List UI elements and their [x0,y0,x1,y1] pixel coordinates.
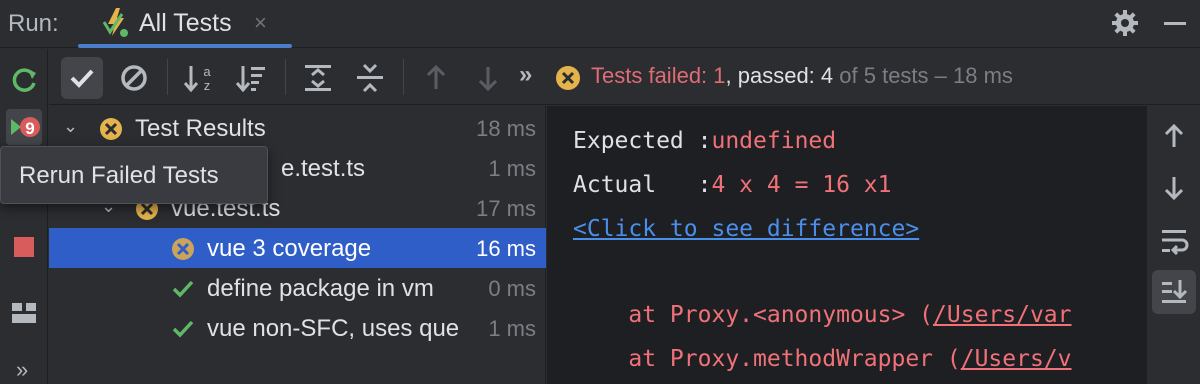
tooltip-text: Rerun Failed Tests [19,162,219,189]
tree-row-duration: 18 ms [476,116,536,141]
tree-row-duration: 0 ms [488,276,536,301]
svg-text:z: z [204,78,211,93]
arrow-up-icon[interactable] [1152,114,1196,158]
more-actions-icon[interactable]: » [16,357,28,383]
layout-icon[interactable] [6,295,42,331]
left-toolbar: 9 » [0,49,48,384]
minimize-icon[interactable] [1164,22,1186,25]
toolbar-separator [167,59,168,95]
tab-selected-indicator [78,44,292,48]
expand-chevron-icon[interactable]: ⌄ [63,116,78,137]
stack-frame-text: at Proxy.methodWrapper ( [573,346,961,372]
tree-row-duration: 1 ms [488,316,536,341]
test-failed-icon [172,238,194,260]
stack-frame-link[interactable]: /Users/var [933,302,1071,328]
expand-all-icon[interactable] [297,57,339,99]
svg-text:a: a [203,64,211,79]
stack-frame-text: at Proxy.<anonymous> ( [573,302,934,328]
test-status-summary: Tests failed: 1, passed: 4 of 5 tests – … [591,63,1013,89]
stack-frame-link[interactable]: /Users/v [961,346,1072,372]
svg-text:9: 9 [25,119,34,138]
rerun-icon[interactable] [6,61,42,97]
test-failed-icon [100,118,122,140]
test-toolbar: a z » Tests failed: 1, passed: 4 of 5 te… [49,49,1200,105]
soft-wrap-icon[interactable] [1152,218,1196,262]
status-failed-count: Tests failed: 1 [591,63,726,88]
tab-all-tests[interactable]: All Tests × [78,0,292,48]
tree-row[interactable]: vue 3 coverage 16 ms [49,228,546,268]
console-toolbar [1148,106,1200,384]
tree-row-label: vue non-SFC, uses que [207,315,460,342]
more-toolbar-actions-icon[interactable]: » [519,61,532,89]
toolbar-separator [285,59,286,95]
tree-row-label: vue 3 coverage [207,235,372,262]
expected-label: Expected : [573,128,712,154]
stop-icon[interactable] [6,229,42,265]
next-failed-test-icon[interactable] [467,57,509,99]
collapse-all-icon[interactable] [349,57,391,99]
show-passed-icon[interactable] [61,57,103,99]
status-total: of 5 tests – 18 ms [833,63,1013,88]
tree-row-duration: 16 ms [476,236,536,261]
tree-row[interactable]: define package in vm 0 ms [49,268,546,308]
console-stack-line-1: at Proxy.<anonymous> (/Users/var [573,302,1071,328]
toolbar-separator [403,59,404,95]
failed-status-icon [556,66,580,90]
tree-row-label: e.test.ts [281,155,366,182]
scroll-to-end-icon[interactable] [1152,270,1196,314]
actual-label: Actual : [573,172,712,198]
close-tab-icon[interactable]: × [254,10,267,36]
see-difference-link[interactable]: <Click to see difference> [573,216,919,242]
show-ignored-icon[interactable] [113,57,155,99]
status-passed-count: , passed: 4 [725,63,834,88]
console-stack-line-2: at Proxy.methodWrapper (/Users/v [573,346,1072,372]
actual-value: 4 x 4 = 16 x1 [711,172,892,198]
rerun-failed-tests-icon[interactable]: 9 [6,109,42,145]
tree-row-label: Test Results [135,115,266,142]
test-run-icon [102,8,128,37]
sort-by-duration-icon[interactable] [231,57,273,99]
sort-alphabetically-icon[interactable]: a z [179,57,221,99]
arrow-down-icon[interactable] [1152,166,1196,210]
tree-row-label: define package in vm [207,275,434,302]
tool-window-header: Run: All Tests × [0,0,1200,48]
test-passed-icon [172,320,194,338]
tab-label: All Tests [139,9,232,37]
tree-row[interactable]: ⌄ Test Results 18 ms [49,108,546,148]
test-passed-icon [172,280,194,298]
tooltip-rerun-failed: Rerun Failed Tests [0,146,268,204]
tree-row-duration: 1 ms [488,156,536,181]
run-label: Run: [8,10,59,37]
gear-icon[interactable] [1110,8,1140,38]
console-expected-line: Expected :undefined [573,128,836,154]
console-output: ' Expected :undefined Actual :4 x 4 = 16… [547,106,1147,384]
console-clipped-line: ' [573,106,864,120]
tree-row-duration: 17 ms [476,196,536,221]
console-diff-line: <Click to see difference> [573,216,919,242]
console-actual-line: Actual :4 x 4 = 16 x1 [573,172,892,198]
expected-value: undefined [711,128,837,154]
previous-failed-test-icon[interactable] [415,57,457,99]
tree-row[interactable]: vue non-SFC, uses que 1 ms [49,308,546,348]
